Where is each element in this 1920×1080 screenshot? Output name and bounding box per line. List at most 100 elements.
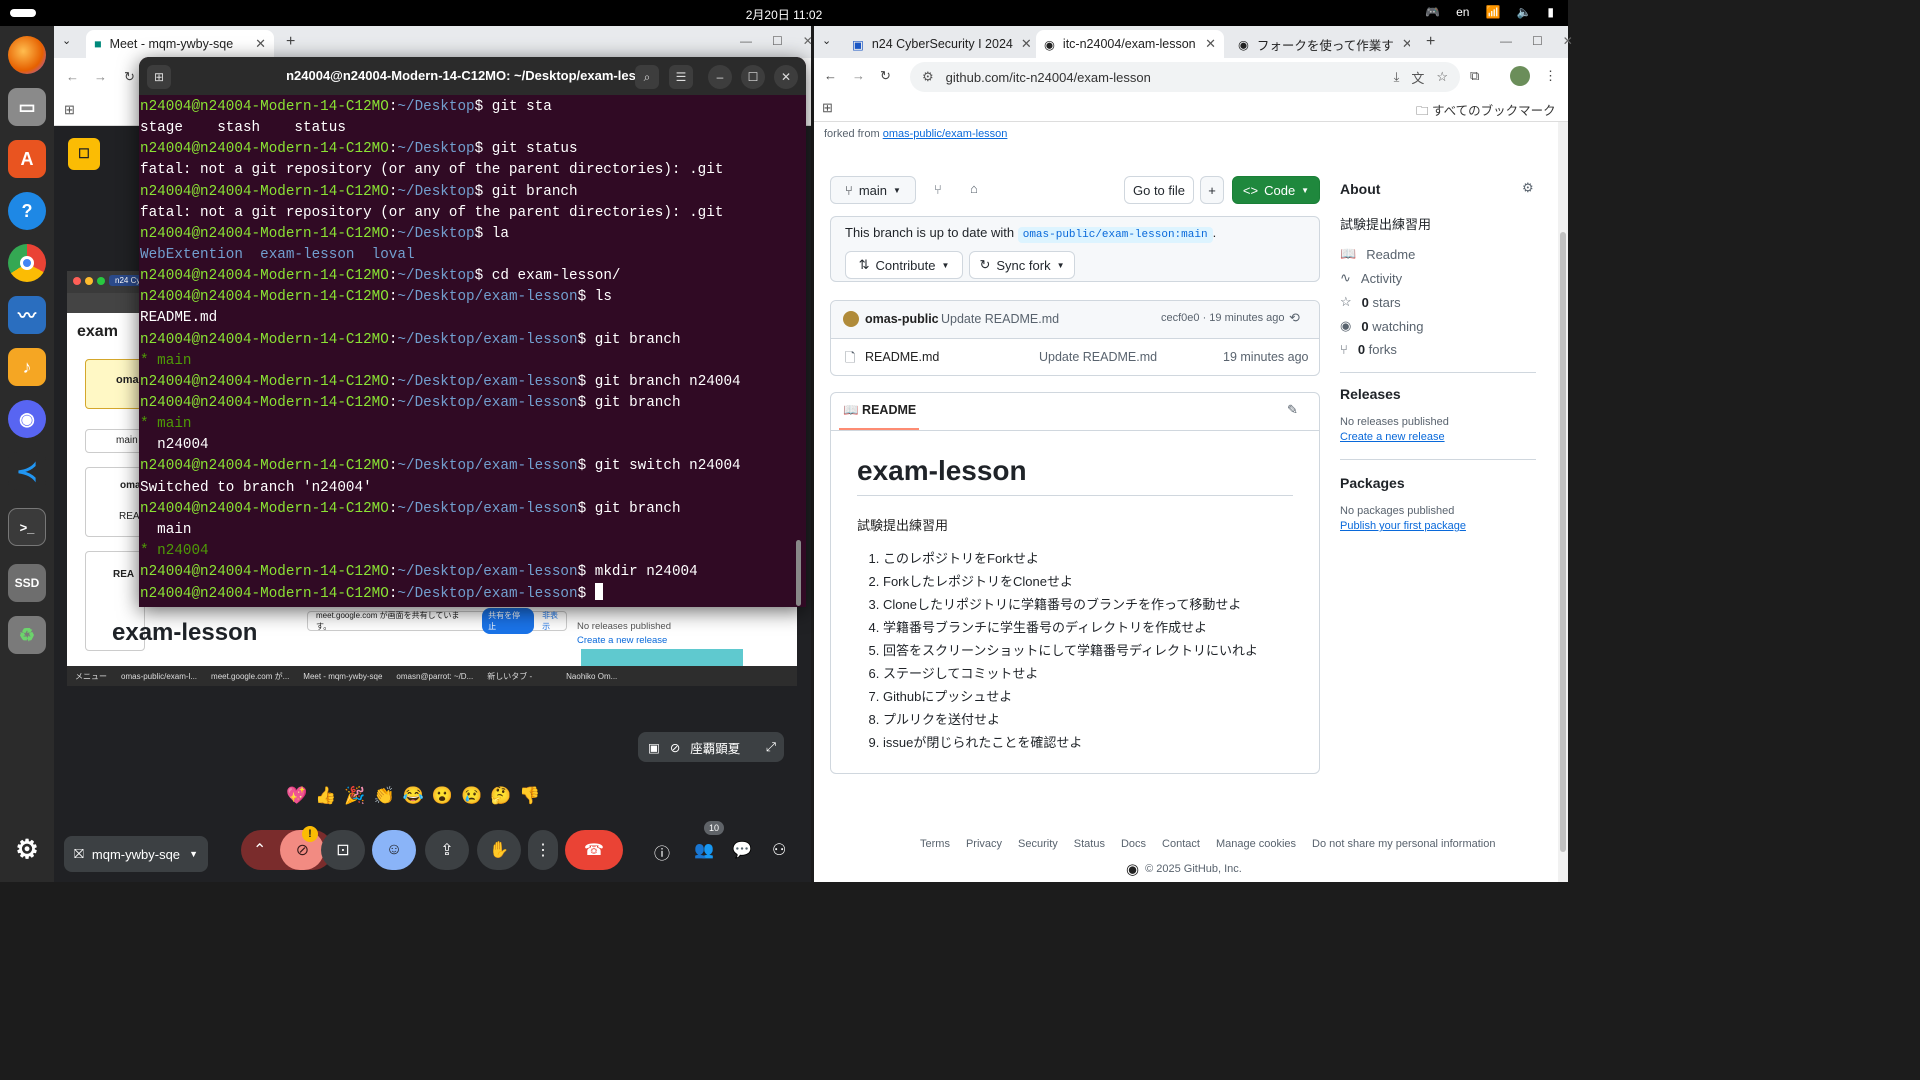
footer-link[interactable]: Docs	[1121, 838, 1146, 850]
system-tray[interactable]: 🎮 en 📶 🔈 ▮	[1425, 5, 1554, 19]
footer-link[interactable]: Do not share my personal information	[1312, 838, 1495, 850]
settings-gear-icon[interactable]: ⚙	[1522, 180, 1534, 196]
terminal-scrollbar[interactable]	[796, 540, 801, 606]
code-button[interactable]: <> Code ▼	[1232, 176, 1320, 204]
maximize-icon[interactable]: ☐	[772, 34, 783, 48]
readme-link[interactable]: 📖 Readme	[1340, 246, 1415, 262]
watching-link[interactable]: ◉ 0 watching	[1340, 318, 1424, 334]
hide-button[interactable]: 非表示	[542, 610, 566, 632]
apps-icon[interactable]: ⊞	[64, 102, 75, 118]
expand-icon[interactable]: ⤢	[766, 740, 776, 755]
file-commit-message[interactable]: Update README.md	[1039, 350, 1157, 364]
profile-avatar[interactable]	[1510, 66, 1530, 86]
files-icon[interactable]: ▭	[8, 88, 46, 126]
branch-select[interactable]: ⑂ main ▼	[830, 176, 916, 204]
back-icon[interactable]: ←	[66, 69, 79, 84]
contribute-button[interactable]: ⇅ Contribute ▼	[845, 251, 963, 279]
packages-heading[interactable]: Packages	[1340, 475, 1405, 491]
firefox-icon[interactable]	[8, 36, 46, 74]
rhythmbox-icon[interactable]: ♪	[8, 348, 46, 386]
presenter-tile[interactable]: ▣ ⊘ 座覇顕夏 ⤢	[638, 732, 784, 762]
forked-from-link[interactable]: omas-public/exam-lesson	[883, 128, 1008, 140]
sync-fork-button[interactable]: ↻ Sync fork ▼	[969, 251, 1075, 279]
chrome-menu-icon[interactable]: ⋮	[1544, 68, 1557, 84]
reaction-heart[interactable]: 💖	[286, 786, 307, 822]
readme-tab[interactable]: 📖 README	[843, 403, 916, 418]
forks-link[interactable]: ⑂ 0 forks	[1340, 342, 1397, 357]
reload-icon[interactable]: ↻	[124, 69, 135, 85]
new-tab-button[interactable]: +	[286, 33, 295, 51]
discord-icon[interactable]: ◉	[8, 400, 46, 438]
present-button[interactable]: ⇪	[425, 830, 469, 870]
tab-cybersecurity[interactable]: ▣ n24 CyberSecurity I 2024 ✕	[844, 30, 1030, 58]
chevron-up-icon[interactable]: ⌃	[253, 840, 266, 860]
stop-sharing-button[interactable]: 共有を停止	[482, 608, 535, 634]
minimize-icon[interactable]: –	[708, 65, 732, 89]
commit-hash-time[interactable]: cecf0e0 · 19 minutes ago	[1161, 312, 1285, 324]
translate-icon[interactable]: 文	[1411, 68, 1424, 87]
search-icon[interactable]: ⌕	[635, 65, 659, 89]
edit-pencil-icon[interactable]: ✎	[1287, 402, 1298, 418]
bookmark-star-icon[interactable]: ☆	[1436, 69, 1448, 85]
tab-fork-docs[interactable]: ◉ フォークを使って作業す ✕	[1230, 30, 1410, 58]
activities-icon[interactable]: ⚇	[772, 840, 786, 860]
tab-search-icon[interactable]: ⌄	[822, 34, 831, 47]
footer-link[interactable]: Privacy	[966, 838, 1002, 850]
meeting-details-button[interactable]: ⛝ mqm-ywby-sqe ▼	[64, 836, 208, 872]
info-icon[interactable]: ⓘ	[654, 840, 670, 864]
commit-author[interactable]: omas-public	[865, 312, 939, 326]
tab-search-icon[interactable]: ⌄	[62, 34, 71, 47]
emoji-button[interactable]: ☺	[372, 830, 416, 870]
reaction-thumbs-up[interactable]: 👍	[315, 786, 336, 822]
reaction-thinking[interactable]: 🤔	[490, 786, 511, 822]
terminal-window[interactable]: ⊞ n24004@n24004-Modern-14-C12MO: ~/Deskt…	[139, 57, 806, 607]
reaction-thumbs-down[interactable]: 👎	[519, 786, 540, 822]
go-to-file-button[interactable]: Go to file	[1124, 176, 1194, 204]
activities-icon[interactable]: ☐	[68, 138, 100, 170]
footer-link[interactable]: Status	[1074, 838, 1105, 850]
clock[interactable]: 2月20日 11:02	[0, 6, 1568, 23]
footer-link[interactable]: Security	[1018, 838, 1058, 850]
activity-link[interactable]: ∿ Activity	[1340, 270, 1402, 286]
discord-tray-icon[interactable]: 🎮	[1425, 5, 1440, 19]
minimize-icon[interactable]: —	[1500, 34, 1512, 48]
chat-icon[interactable]: 💬	[732, 840, 752, 860]
new-tab-button[interactable]: +	[1426, 33, 1435, 51]
reaction-sad[interactable]: 😢	[461, 786, 482, 822]
captions-button[interactable]: ⊡	[321, 830, 365, 870]
close-tab-icon[interactable]: ✕	[1402, 36, 1410, 52]
footer-link[interactable]: Manage cookies	[1216, 838, 1296, 850]
apps-grid-icon[interactable]: ⚙	[8, 830, 46, 868]
help-icon[interactable]: ?	[8, 192, 46, 230]
avatar[interactable]	[843, 311, 859, 327]
hamburger-menu-icon[interactable]: ☰	[669, 65, 693, 89]
publish-package-link[interactable]: Publish your first package	[1340, 520, 1466, 532]
maximize-icon[interactable]: ☐	[1532, 34, 1543, 48]
reaction-laugh[interactable]: 😂	[403, 786, 424, 822]
forward-icon[interactable]: →	[94, 69, 107, 84]
volume-icon[interactable]: 🔈	[1516, 5, 1531, 19]
site-info-icon[interactable]: ⚙	[922, 69, 934, 85]
language-indicator[interactable]: en	[1456, 5, 1469, 19]
leave-call-button[interactable]: ☎	[565, 830, 623, 870]
terminal-icon[interactable]: >_	[8, 508, 46, 546]
close-tab-icon[interactable]: ✕	[255, 36, 266, 52]
ssd-icon[interactable]: SSD	[8, 564, 46, 602]
wifi-icon[interactable]: 📶	[1485, 5, 1500, 19]
reload-icon[interactable]: ↻	[880, 68, 891, 84]
branches-icon[interactable]: ⑂	[934, 182, 942, 197]
tab-meet[interactable]: ■ Meet - mqm-ywby-sqe ✕	[86, 30, 274, 58]
camera-toggle[interactable]: ⌃ ⊘	[241, 830, 333, 870]
address-bar[interactable]: ⚙ github.com/itc-n24004/exam-lesson ⤓ 文 …	[910, 62, 1460, 92]
trash-icon[interactable]: ♻	[8, 616, 46, 654]
create-release-link[interactable]: Create a new release	[1340, 431, 1445, 443]
footer-link[interactable]: Terms	[920, 838, 950, 850]
footer-link[interactable]: Contact	[1162, 838, 1200, 850]
reaction-clap[interactable]: 👏	[374, 786, 395, 822]
close-window-icon[interactable]: ✕	[803, 34, 813, 48]
github-logo-icon[interactable]: ◉	[1126, 860, 1139, 878]
add-file-button[interactable]: +	[1200, 176, 1224, 204]
people-icon[interactable]: 👥	[694, 840, 714, 860]
more-options-button[interactable]: ⋮	[528, 830, 558, 870]
commit-message[interactable]: Update README.md	[941, 312, 1059, 326]
